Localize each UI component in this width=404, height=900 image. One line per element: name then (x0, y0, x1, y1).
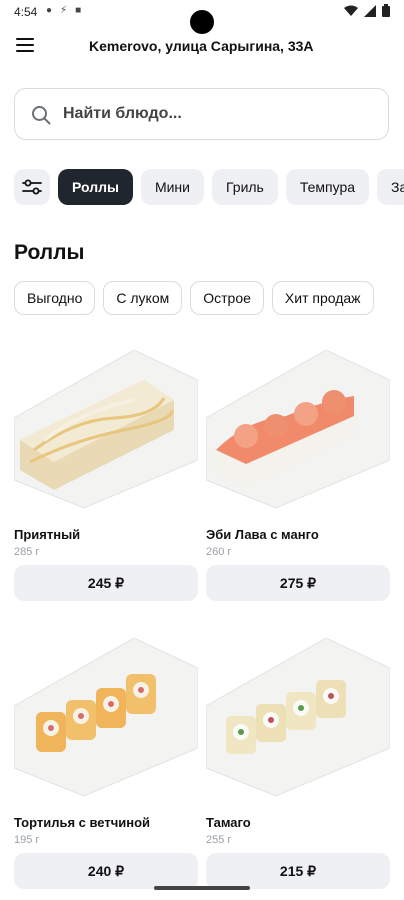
notification-dot-icon: ● (46, 5, 53, 16)
product-image-shrimp-roll[interactable] (206, 340, 390, 515)
product-card[interactable]: Тамаго 255 г 215 ₽ (206, 628, 390, 894)
add-to-cart-button[interactable]: 275 ₽ (206, 565, 390, 601)
product-card[interactable]: Приятный 285 г 245 ₽ (14, 340, 198, 606)
add-to-cart-button[interactable]: 245 ₽ (14, 565, 198, 601)
tag-bestseller[interactable]: Хит продаж (271, 281, 374, 315)
add-to-cart-button[interactable]: 240 ₽ (14, 853, 198, 889)
category-tab-grill[interactable]: Гриль (211, 169, 278, 205)
product-name: Тортилья с ветчиной (14, 815, 151, 830)
product-name: Тамаго (206, 815, 251, 830)
category-bar: Роллы Мини Гриль Темпура Заку (14, 169, 404, 205)
product-grid: Приятный 285 г 245 ₽ Эби Лава с манго 26… (14, 340, 390, 894)
category-tab-snacks[interactable]: Заку (377, 169, 404, 205)
home-indicator[interactable] (154, 886, 250, 890)
delivery-address[interactable]: Kemerovo, улица Сарыгина, 33А (89, 38, 314, 54)
section-title: Роллы (14, 241, 85, 264)
location-icon: ⚡ (60, 5, 68, 16)
category-tab-mini[interactable]: Мини (140, 169, 204, 205)
app-a-icon: ■ (75, 5, 82, 16)
battery-icon (382, 4, 390, 17)
product-weight: 195 г (14, 834, 40, 846)
status-time: 4:54 (14, 5, 38, 19)
product-card[interactable]: Эби Лава с манго 260 г 275 ₽ (206, 340, 390, 606)
tag-profitable[interactable]: Выгодно (14, 281, 96, 315)
product-image-tortilla-roll[interactable] (14, 628, 198, 803)
tag-spicy[interactable]: Острое (190, 281, 264, 315)
status-bar: 4:54 ● ⚡ ■ (0, 0, 404, 34)
filter-icon (22, 179, 42, 195)
product-weight: 285 г (14, 546, 40, 558)
header: Kemerovo, улица Сарыгина, 33А (0, 32, 404, 60)
product-name: Приятный (14, 527, 81, 542)
notification-icons: ● ⚡ ■ (46, 5, 81, 16)
signal-icon (364, 4, 376, 17)
status-right (344, 4, 390, 17)
product-image-cheese-roll[interactable] (14, 340, 198, 515)
wifi-icon (344, 5, 358, 16)
product-card[interactable]: Тортилья с ветчиной 195 г 240 ₽ (14, 628, 198, 894)
product-weight: 260 г (206, 546, 232, 558)
tag-with-onion[interactable]: С луком (103, 281, 183, 315)
menu-icon[interactable] (16, 38, 34, 52)
category-tab-rolls[interactable]: Роллы (58, 169, 133, 205)
search-bar[interactable] (14, 88, 389, 140)
product-weight: 255 г (206, 834, 232, 846)
product-image-tamago-roll[interactable] (206, 628, 390, 803)
tag-filters: Выгодно С луком Острое Хит продаж (14, 281, 374, 315)
camera-cutout (190, 10, 214, 34)
category-list: Роллы Мини Гриль Темпура Заку (58, 169, 404, 205)
filter-button[interactable] (14, 169, 50, 205)
product-name: Эби Лава с манго (206, 527, 319, 542)
category-tab-tempura[interactable]: Темпура (285, 169, 370, 205)
search-input[interactable] (63, 89, 373, 139)
add-to-cart-button[interactable]: 215 ₽ (206, 853, 390, 889)
search-icon (32, 106, 51, 125)
